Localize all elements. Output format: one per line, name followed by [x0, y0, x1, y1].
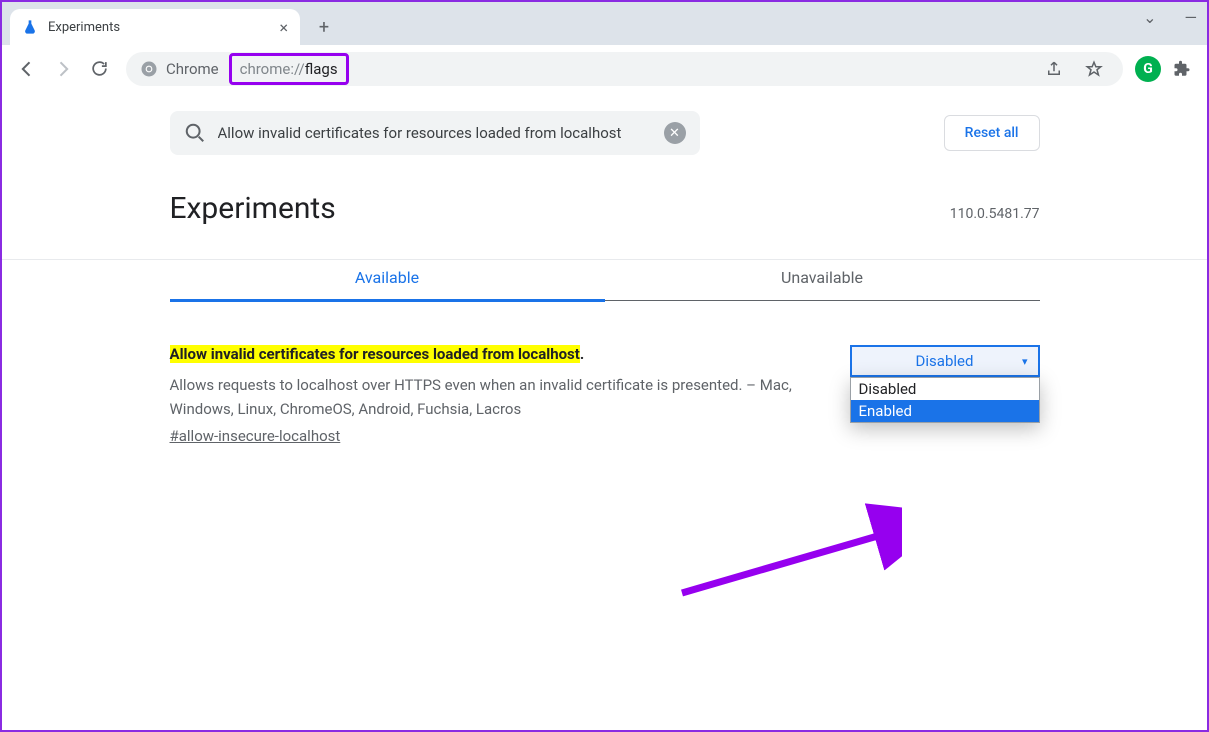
close-icon[interactable]: ×	[279, 18, 288, 37]
annotation-arrow	[382, 493, 902, 613]
url-highlight-annotation: chrome://flags	[229, 53, 349, 85]
flags-tabs: Available Unavailable	[170, 256, 1040, 301]
flag-description: Allows requests to localhost over HTTPS …	[170, 373, 810, 421]
version-label: 110.0.5481.77	[950, 206, 1040, 222]
page-content: ✕ Reset all Experiments 110.0.5481.77 Av…	[2, 93, 1207, 730]
search-row: ✕ Reset all	[170, 111, 1040, 155]
flag-item: Allow invalid certificates for resources…	[170, 345, 1040, 445]
browser-toolbar: Chrome chrome://flags G	[2, 45, 1207, 93]
tab-unavailable[interactable]: Unavailable	[605, 256, 1040, 300]
site-chip-label: Chrome	[166, 60, 219, 78]
flag-title: Allow invalid certificates for resources…	[170, 345, 810, 363]
flag-select-value: Disabled	[916, 352, 974, 370]
window-controls: ⌄ —	[1143, 8, 1197, 27]
grammarly-extension-icon[interactable]: G	[1135, 56, 1161, 82]
clear-search-icon[interactable]: ✕	[664, 122, 686, 144]
address-bar[interactable]: Chrome chrome://flags	[126, 52, 1123, 86]
flag-option-disabled[interactable]: Disabled	[851, 378, 1039, 400]
share-icon[interactable]	[1039, 54, 1069, 84]
url-text: chrome://flags	[240, 60, 338, 78]
reset-all-button[interactable]: Reset all	[944, 115, 1040, 151]
minimize-icon[interactable]: —	[1185, 8, 1198, 27]
tab-strip: Experiments × + ⌄ —	[2, 2, 1207, 45]
flag-dropdown: Disabled Enabled	[850, 377, 1040, 423]
flags-search-box[interactable]: ✕	[170, 111, 700, 155]
page-title: Experiments	[170, 191, 336, 226]
flag-anchor-link[interactable]: #allow-insecure-localhost	[170, 427, 341, 445]
flag-control: Disabled ▾ Disabled Enabled	[850, 345, 1040, 445]
forward-button[interactable]	[48, 54, 78, 84]
extensions-icon[interactable]	[1167, 54, 1197, 84]
new-tab-button[interactable]: +	[310, 13, 338, 41]
browser-tab[interactable]: Experiments ×	[10, 9, 300, 45]
flags-search-input[interactable]	[218, 124, 652, 142]
heading-row: Experiments 110.0.5481.77	[170, 191, 1040, 226]
site-chip: Chrome	[140, 60, 219, 78]
chrome-icon	[140, 60, 158, 78]
tab-available[interactable]: Available	[170, 256, 605, 302]
tab-title: Experiments	[48, 20, 269, 35]
reload-button[interactable]	[84, 54, 114, 84]
flag-option-enabled[interactable]: Enabled	[851, 400, 1039, 422]
flag-select[interactable]: Disabled ▾	[850, 345, 1040, 377]
chevron-down-icon: ▾	[1022, 355, 1028, 368]
flask-icon	[22, 19, 38, 35]
search-icon	[184, 122, 206, 144]
back-button[interactable]	[12, 54, 42, 84]
bookmark-icon[interactable]	[1079, 54, 1109, 84]
window-dropdown-icon[interactable]: ⌄	[1143, 8, 1156, 27]
